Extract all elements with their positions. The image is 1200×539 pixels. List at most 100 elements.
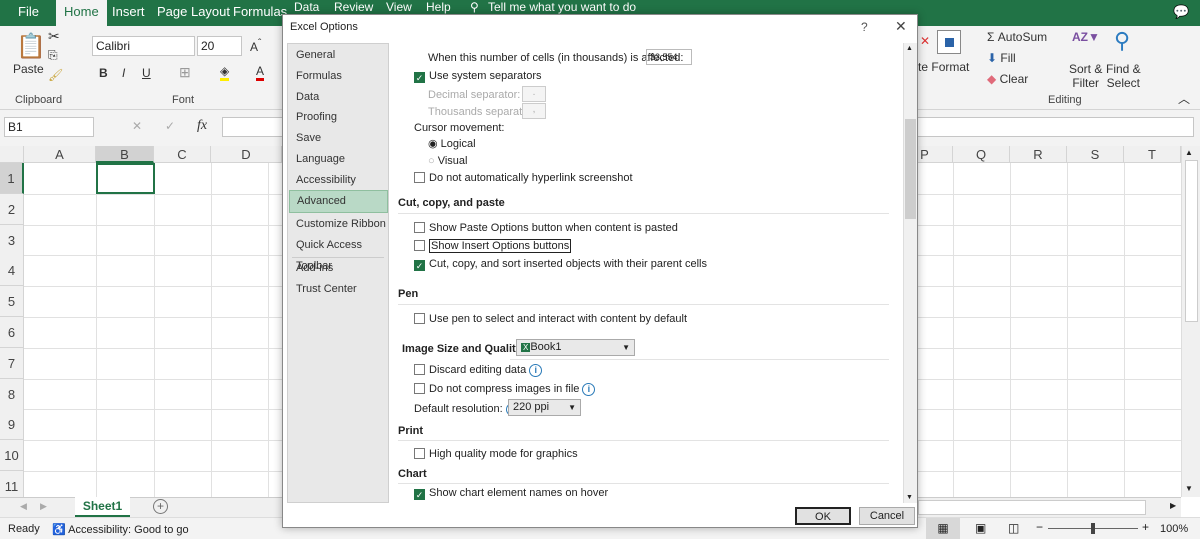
nav-data[interactable]: Data (289, 87, 388, 108)
insert-function-icon[interactable]: fx (197, 118, 207, 134)
delete-cells-icon[interactable]: ✕ (920, 34, 930, 48)
nav-general[interactable]: General (289, 45, 388, 66)
italic-button[interactable]: I (122, 66, 125, 80)
nav-trust-center[interactable]: Trust Center (289, 279, 388, 300)
row-header[interactable]: 3 (0, 224, 24, 256)
tab-view[interactable]: View (382, 0, 416, 14)
zoom-level[interactable]: 100% (1160, 523, 1188, 535)
nav-advanced[interactable]: Advanced (289, 190, 388, 213)
tab-review[interactable]: Review (330, 0, 377, 14)
nav-save[interactable]: Save (289, 128, 388, 149)
thousands-separator-input[interactable]: , (522, 103, 546, 119)
cut-sort-objects-checkbox[interactable]: ✓ Cut, copy, and sort inserted objects wi… (414, 258, 707, 271)
column-header[interactable]: S (1067, 146, 1124, 163)
use-pen-checkbox[interactable]: Use pen to select and interact with cont… (414, 313, 687, 325)
collapse-ribbon-icon[interactable]: ︿ (1178, 90, 1190, 107)
vertical-scrollbar[interactable]: ▲ ▼ (1181, 146, 1200, 497)
accessibility-status[interactable]: ♿ Accessibility: Good to go (52, 523, 189, 536)
tell-me-search[interactable]: Tell me what you want to do (484, 0, 640, 14)
nav-accessibility[interactable]: Accessibility (289, 170, 388, 191)
zoom-slider-thumb[interactable] (1091, 523, 1095, 534)
row-header[interactable]: 1 (0, 163, 24, 194)
paste-button[interactable]: Paste (13, 62, 44, 76)
row-header[interactable]: 7 (0, 347, 24, 379)
no-compress-checkbox[interactable]: Do not compress images in file i (414, 383, 596, 396)
row-header[interactable]: 4 (0, 255, 24, 287)
logical-radio[interactable]: ◉ Logical (428, 137, 476, 150)
format-button[interactable]: te Format (918, 60, 969, 74)
show-insert-options-checkbox[interactable]: Show Insert Options buttons (414, 239, 572, 253)
zoom-in-icon[interactable]: + (1142, 520, 1149, 534)
tab-help[interactable]: Help (422, 0, 455, 14)
column-header[interactable]: D (211, 146, 282, 163)
nav-customize-ribbon[interactable]: Customize Ribbon (289, 214, 388, 235)
default-resolution-select[interactable]: 220 ppi ▼ (508, 399, 581, 416)
row-header[interactable]: 2 (0, 193, 24, 225)
increase-font-icon[interactable]: Aˆ (250, 38, 261, 54)
enter-formula-icon[interactable]: ✓ (165, 119, 175, 133)
column-header[interactable]: R (1010, 146, 1067, 163)
options-scrollbar[interactable]: ▲ ▼ (903, 43, 917, 503)
scroll-down-icon[interactable]: ▼ (1185, 484, 1193, 493)
column-header[interactable]: T (1124, 146, 1181, 163)
underline-button[interactable]: U (142, 66, 151, 80)
tab-data[interactable]: Data (290, 0, 323, 14)
no-hyperlink-checkbox[interactable]: Do not automatically hyperlink screensho… (414, 172, 633, 184)
row-header[interactable]: 6 (0, 317, 24, 348)
autosum-button[interactable]: Σ AutoSum (987, 30, 1047, 44)
column-header[interactable]: B (96, 146, 154, 163)
search-icon[interactable]: ⚲ (466, 0, 483, 14)
scroll-up-icon[interactable]: ▲ (906, 45, 913, 52)
prev-sheet-icon[interactable]: ◀ (20, 501, 27, 512)
nav-quick-access-toolbar[interactable]: Quick Access Toolbar (289, 235, 388, 272)
show-paste-options-checkbox[interactable]: Show Paste Options button when content i… (414, 222, 678, 234)
visual-radio[interactable]: ○ Visual (428, 155, 467, 167)
scroll-up-icon[interactable]: ▲ (1185, 148, 1193, 157)
close-button[interactable]: ✕ (895, 18, 907, 35)
column-header[interactable]: C (154, 146, 211, 163)
page-break-view-icon[interactable]: ◫ (1008, 521, 1019, 535)
row-header[interactable]: 11 (0, 471, 24, 497)
info-icon[interactable]: i (529, 364, 543, 377)
copy-icon[interactable]: ⎘ (48, 48, 58, 63)
column-header[interactable]: A (24, 146, 96, 163)
scroll-down-icon[interactable]: ▼ (906, 494, 913, 501)
comments-icon[interactable]: 💬 (1165, 0, 1197, 26)
tab-file[interactable]: File (10, 0, 47, 26)
clear-button[interactable]: ◆ Clear (987, 72, 1028, 86)
select-all-corner[interactable] (0, 146, 24, 163)
fill-color-icon[interactable]: ◈ (220, 64, 230, 81)
font-size-select[interactable]: 20 (197, 36, 242, 56)
font-color-icon[interactable]: A (256, 64, 265, 81)
nav-proofing[interactable]: Proofing (289, 107, 388, 128)
bold-button[interactable]: B (99, 66, 108, 80)
paste-icon[interactable]: 📋 (16, 32, 46, 61)
tab-home[interactable]: Home (56, 0, 107, 26)
fill-button[interactable]: ⬇ Fill (987, 51, 1016, 65)
help-button[interactable]: ? (861, 20, 868, 34)
decimal-separator-input[interactable]: . (522, 86, 546, 102)
nav-add-ins[interactable]: Add-ins (289, 258, 388, 279)
nav-language[interactable]: Language (289, 149, 388, 170)
selected-cell[interactable] (96, 163, 155, 194)
page-layout-view-icon[interactable]: ▣ (975, 521, 986, 535)
row-header[interactable]: 9 (0, 409, 24, 441)
sheet-tab-sheet1[interactable]: Sheet1 (75, 497, 130, 517)
font-name-select[interactable]: Calibri (92, 36, 195, 56)
scroll-right-icon[interactable]: ▶ (1170, 501, 1176, 510)
horizontal-scrollbar[interactable] (918, 500, 1146, 515)
sort-filter-button[interactable]: Sort & Filter (1069, 62, 1102, 90)
high-quality-checkbox[interactable]: High quality mode for graphics (414, 448, 578, 460)
ok-button[interactable]: OK (795, 507, 851, 525)
normal-view-icon[interactable]: ▦ (926, 518, 960, 539)
cells-affected-input[interactable]: 33,554 (646, 49, 692, 65)
discard-editing-checkbox[interactable]: Discard editing data i (414, 364, 543, 377)
chart-names-checkbox[interactable]: ✓ Show chart element names on hover (414, 487, 608, 500)
format-painter-icon[interactable]: 🖌 (48, 68, 63, 82)
add-sheet-icon[interactable]: + (153, 499, 168, 514)
cancel-formula-icon[interactable]: ✕ (132, 119, 142, 133)
format-cells-icon[interactable] (937, 30, 961, 54)
row-header[interactable]: 5 (0, 286, 24, 318)
image-workbook-select[interactable]: X Book1 ▼ (516, 339, 635, 356)
scroll-thumb[interactable] (905, 119, 916, 219)
